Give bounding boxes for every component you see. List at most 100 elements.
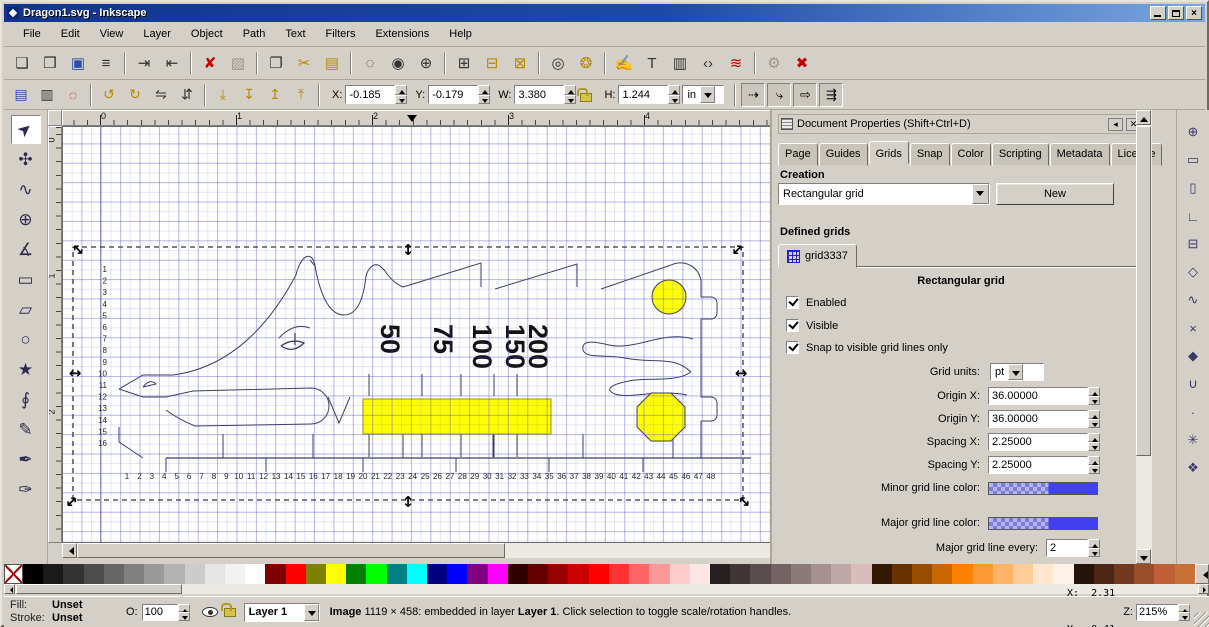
palette-swatch[interactable] — [932, 564, 952, 584]
palette-swatch[interactable] — [366, 564, 386, 584]
major-grid-every-input[interactable] — [1046, 539, 1088, 557]
checkbox-box[interactable] — [786, 319, 799, 332]
find-replace-icon[interactable]: ❂ — [573, 50, 599, 76]
palette-swatch[interactable] — [568, 564, 588, 584]
palette-swatch[interactable] — [973, 564, 993, 584]
maximize-button[interactable] — [1168, 6, 1184, 20]
snap-visible-checkbox[interactable]: Snap to visible grid lines only — [786, 341, 948, 354]
star-tool[interactable]: ★ — [11, 355, 41, 384]
menu-file[interactable]: File — [14, 25, 50, 43]
snap-bbox-midpoint-icon[interactable]: ⊟ — [1181, 232, 1205, 256]
find-icon[interactable]: ◎ — [545, 50, 571, 76]
xml-editor-icon[interactable]: ‹› — [695, 50, 721, 76]
deselect-icon[interactable]: ◌ — [61, 83, 85, 107]
transform-pattern-toggle[interactable]: ⇶ — [819, 83, 843, 107]
print-icon[interactable]: ≡ — [93, 50, 119, 76]
spacing-y-field-spinner[interactable] — [1088, 456, 1100, 474]
palette-swatch[interactable] — [892, 564, 912, 584]
palette-swatch[interactable] — [811, 564, 831, 584]
export-icon[interactable]: ⇤ — [159, 50, 185, 76]
palette-swatch[interactable] — [508, 564, 528, 584]
clone-icon[interactable]: ⊟ — [479, 50, 505, 76]
palette-scroll-left-button[interactable] — [1195, 564, 1209, 584]
lower-to-bottom-icon[interactable]: ⤓ — [211, 83, 235, 107]
palette-swatch[interactable] — [144, 564, 164, 584]
palette-swatch[interactable] — [993, 564, 1013, 584]
palette-swatch[interactable] — [912, 564, 932, 584]
palette-swatch[interactable] — [104, 564, 124, 584]
palette-swatch[interactable] — [710, 564, 730, 584]
tab-snap[interactable]: Snap — [910, 143, 950, 166]
checkbox-box[interactable] — [786, 341, 799, 354]
palette-swatch[interactable] — [387, 564, 407, 584]
origin-y-field-spinner[interactable] — [1088, 410, 1100, 428]
zoom-tool[interactable]: ⊕ — [11, 205, 41, 234]
transform-corners-toggle[interactable]: ⤷ — [767, 83, 791, 107]
units-dropdown-arrow[interactable] — [700, 86, 715, 103]
close-button[interactable]: × — [1186, 6, 1202, 20]
calligraphy-tool[interactable]: ✑ — [11, 475, 41, 504]
opacity-input[interactable] — [142, 604, 178, 621]
palette-swatch[interactable] — [346, 564, 366, 584]
palette-swatch[interactable] — [750, 564, 770, 584]
palette-swatch[interactable] — [427, 564, 447, 584]
paste-icon[interactable]: ▤ — [319, 50, 345, 76]
major-grid-every-spinner[interactable] — [1088, 539, 1100, 557]
palette-swatch[interactable] — [63, 564, 83, 584]
select-all-layers-icon[interactable]: ▥ — [35, 83, 59, 107]
minor-grid-color-swatch[interactable] — [988, 482, 1098, 495]
snap-rotation-center-icon[interactable]: ❖ — [1181, 456, 1205, 480]
palette-scrollbar-left[interactable] — [4, 584, 15, 594]
palette-swatch[interactable] — [164, 564, 184, 584]
text-tool-icon[interactable]: T — [639, 50, 665, 76]
palette-swatch[interactable] — [467, 564, 487, 584]
palette-swatch[interactable] — [670, 564, 690, 584]
palette-swatch[interactable] — [306, 564, 326, 584]
palette-swatch[interactable] — [1175, 564, 1195, 584]
page-x-icon[interactable]: ✘ — [197, 50, 223, 76]
palette-scrollbar-thumb[interactable] — [16, 584, 182, 594]
palette-swatch[interactable] — [1154, 564, 1174, 584]
spacing-y-field[interactable] — [988, 456, 1088, 474]
no-color-swatch[interactable] — [4, 564, 23, 584]
tab-page[interactable]: Page — [778, 143, 818, 166]
width-spinner[interactable] — [564, 85, 576, 104]
panel-scrollbar[interactable] — [1136, 110, 1152, 564]
palette-swatch[interactable] — [629, 564, 649, 584]
node-tool[interactable]: ✣ — [11, 145, 41, 174]
panel-scroll-thumb[interactable] — [1136, 126, 1151, 456]
zoom-input[interactable] — [1136, 604, 1178, 621]
palette-swatch[interactable] — [286, 564, 306, 584]
major-grid-color-swatch[interactable] — [988, 517, 1098, 530]
open-document-icon[interactable]: ❒ — [37, 50, 63, 76]
palette-swatch[interactable] — [43, 564, 63, 584]
palette-swatch[interactable] — [528, 564, 548, 584]
palette-swatch[interactable] — [609, 564, 629, 584]
palette-swatch[interactable] — [1114, 564, 1134, 584]
flip-vertical-icon[interactable]: ⇵ — [175, 83, 199, 107]
palette-swatch[interactable] — [872, 564, 892, 584]
menu-filters[interactable]: Filters — [317, 25, 365, 43]
tab-metadata[interactable]: Metadata — [1050, 143, 1110, 166]
palette-swatch[interactable] — [1013, 564, 1033, 584]
flip-horizontal-icon[interactable]: ⇋ — [149, 83, 173, 107]
layer-lock-icon[interactable] — [224, 608, 236, 617]
palette-swatch[interactable] — [23, 564, 43, 584]
x-spinner[interactable] — [395, 85, 407, 104]
palette-swatch[interactable] — [326, 564, 346, 584]
menu-edit[interactable]: Edit — [52, 25, 89, 43]
rotate-ccw-icon[interactable]: ↺ — [97, 83, 121, 107]
transform-stroke-toggle[interactable]: ⇢ — [741, 83, 765, 107]
layer-dropdown-arrow[interactable] — [304, 604, 319, 621]
palette-swatch[interactable] — [407, 564, 427, 584]
save-document-icon[interactable]: ▣ — [65, 50, 91, 76]
panel-collapse-button[interactable]: ◂ — [1108, 118, 1123, 131]
units-select[interactable]: in — [682, 85, 724, 104]
palette-swatch[interactable] — [952, 564, 972, 584]
ruler-corner[interactable] — [48, 110, 62, 126]
zoom-selection-icon[interactable]: ◌ — [357, 50, 383, 76]
vertical-ruler[interactable]: 0123 — [48, 126, 62, 543]
ellipse-tool[interactable]: ○ — [11, 325, 41, 354]
palette-swatch[interactable] — [690, 564, 710, 584]
palette-swatch[interactable] — [185, 564, 205, 584]
